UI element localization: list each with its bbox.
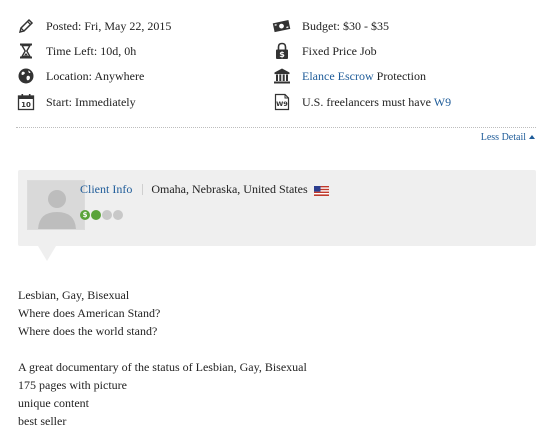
client-header: Client Info Omaha, Nebraska, United Stat…	[80, 182, 329, 197]
rating-dollar-badge: $	[80, 210, 90, 220]
description-line: Lesbian, Gay, Bisexual	[18, 288, 130, 302]
description-line: Where does American Stand?	[18, 306, 161, 320]
svg-text:$: $	[279, 50, 285, 59]
job-type-row: $ Fixed Price Job	[272, 41, 377, 61]
job-description: Lesbian, Gay, Bisexual Where does Americ…	[18, 286, 518, 430]
elance-escrow-link[interactable]: Elance Escrow	[302, 69, 374, 83]
details-divider	[16, 127, 536, 128]
separator	[142, 184, 144, 195]
rating-dot	[102, 210, 112, 220]
client-rating: $	[80, 210, 123, 220]
w9-document-icon: W9	[272, 92, 292, 112]
w9-text: U.S. freelancers must have W9	[302, 95, 451, 110]
rating-dot	[91, 210, 101, 220]
description-line: A great documentary of the status of Les…	[18, 360, 307, 374]
location-text: Location: Anywhere	[46, 68, 145, 83]
budget-row: Budget: $30 - $35	[272, 16, 389, 36]
svg-text:W9: W9	[276, 100, 288, 108]
w9-row: W9 U.S. freelancers must have W9	[272, 92, 451, 112]
description-line: unique content	[18, 396, 89, 410]
w9-prefix: U.S. freelancers must have	[302, 94, 434, 109]
us-flag-icon	[313, 185, 329, 196]
description-line: 175 pages with picture	[18, 378, 127, 392]
client-avatar	[27, 180, 85, 230]
posted-row: Posted: Fri, May 22, 2015	[16, 16, 171, 36]
rating-dot	[113, 210, 123, 220]
panel-pointer	[38, 246, 56, 261]
job-type-text: Fixed Price Job	[302, 43, 377, 58]
escrow-suffix: Protection	[373, 68, 426, 83]
lock-dollar-icon: $	[272, 41, 292, 61]
description-line: Where does the world stand?	[18, 324, 158, 338]
location-row: Location: Anywhere	[16, 66, 144, 86]
bank-icon	[272, 66, 292, 86]
client-location: Omaha, Nebraska, United States	[151, 182, 308, 196]
posted-text: Posted: Fri, May 22, 2015	[46, 18, 172, 33]
start-row: 10 Start: Immediately	[16, 92, 136, 112]
client-info-link[interactable]: Client Info	[80, 182, 132, 197]
budget-text: Budget: $30 - $35	[302, 18, 389, 33]
money-icon	[272, 16, 292, 36]
time-left-text: Time Left: 10d, 0h	[46, 43, 137, 58]
time-left-row: Time Left: 10d, 0h	[16, 41, 136, 61]
calendar-icon: 10	[16, 92, 36, 112]
pencil-icon	[16, 16, 36, 36]
w9-link[interactable]: W9	[434, 95, 451, 109]
less-detail-label[interactable]: Less Detail	[481, 132, 526, 143]
svg-text:10: 10	[21, 101, 31, 109]
escrow-row: Elance Escrow Protection	[272, 66, 426, 86]
globe-icon	[16, 66, 36, 86]
hourglass-icon	[16, 41, 36, 61]
less-detail-toggle[interactable]: Less Detail	[481, 132, 535, 143]
caret-up-icon	[529, 135, 535, 139]
client-info-panel: Client Info Omaha, Nebraska, United Stat…	[18, 170, 536, 246]
start-text: Start: Immediately	[46, 94, 136, 109]
description-line: best seller	[18, 414, 67, 428]
escrow-text: Elance Escrow Protection	[302, 69, 426, 84]
